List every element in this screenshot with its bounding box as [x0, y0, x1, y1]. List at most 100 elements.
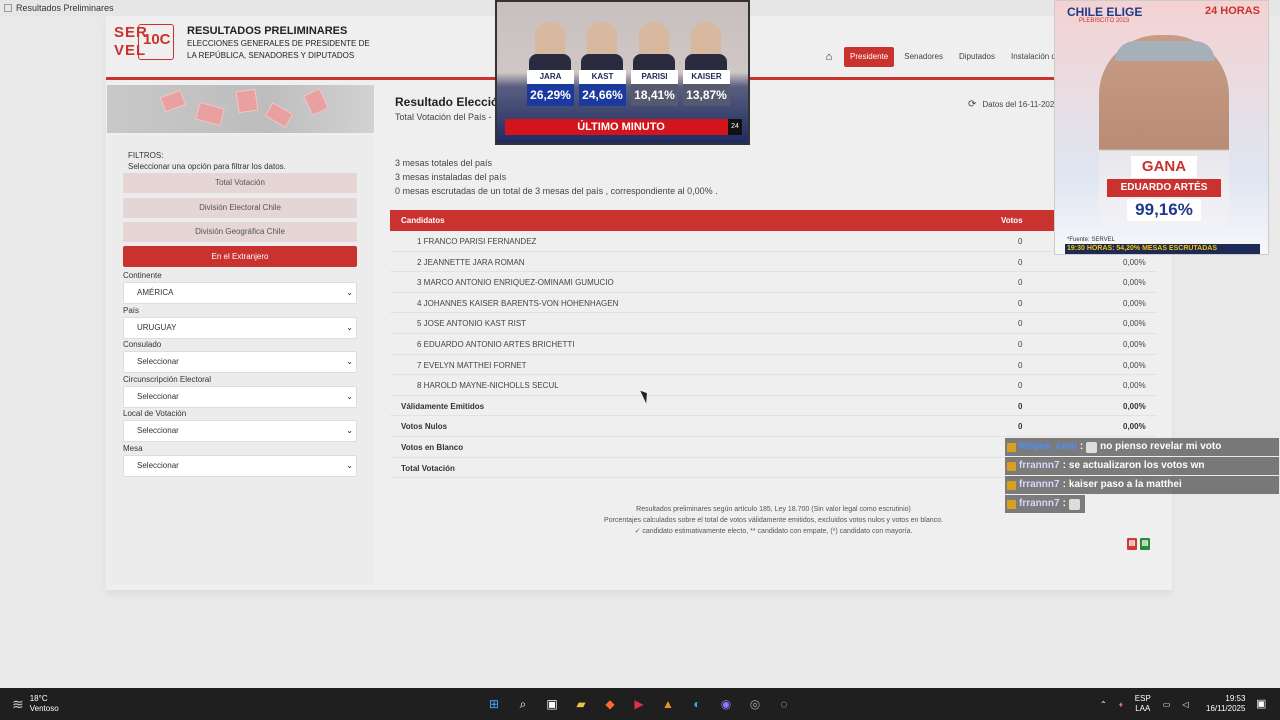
mesa-value: Seleccionar — [137, 461, 179, 470]
notifications-icon[interactable]: ▣ — [1256, 697, 1266, 710]
winner-overlay: CHILE ELIGE PLEBISCITO 2023 24 HORAS GAN… — [1054, 0, 1269, 255]
chat-text: kaiser paso a la matthei — [1068, 479, 1182, 490]
windows-start-icon[interactable]: ⊞ — [484, 694, 504, 714]
local-value: Seleccionar — [137, 426, 179, 435]
export-pdf-icon[interactable]: ▤ — [1127, 538, 1137, 550]
candidate-pct: 0,00% — [1123, 360, 1146, 370]
obs-icon[interactable]: ◌ — [774, 694, 794, 714]
note-line: ✓ candidato estimativamente electo, ** c… — [634, 528, 913, 535]
logo-badge: 10C — [138, 24, 174, 60]
taskbar-apps: ⊞ ⌕ ▣ ▰ ◆ ▶ ▲ ◐ ◉ ◎ ◌ — [484, 694, 794, 714]
search-icon[interactable]: ⌕ — [513, 694, 533, 714]
stream-chat: felipee_cmb: no pienso revelar mi voto fr… — [1005, 438, 1279, 514]
chat-user: frrannn7 — [1019, 498, 1060, 509]
chevron-down-icon: ⌄ — [346, 288, 353, 297]
candidate-pct: 0,00% — [1123, 257, 1146, 267]
candidate-card: KAST 24,66% — [579, 22, 626, 110]
media-player-icon[interactable]: ▶ — [629, 694, 649, 714]
weather-widget[interactable]: ≋ 18°C Ventoso — [12, 694, 59, 714]
nav-diputados[interactable]: Diputados — [953, 47, 1001, 67]
file-explorer-icon[interactable]: ▰ — [571, 694, 591, 714]
candidate-votes: 0 — [1018, 339, 1023, 349]
filter-total-votacion[interactable]: Total Votación — [123, 173, 357, 193]
clock-date: 16/11/2025 — [1206, 704, 1246, 713]
chat-text: se actualizaron los votos wn — [1068, 460, 1205, 471]
candidate-votes: 0 — [1018, 360, 1023, 370]
source-note: *Fuente: SERVEL — [1067, 237, 1115, 243]
note-line: Porcentajes calculados sobre el total de… — [604, 517, 943, 524]
mesa-select[interactable]: Seleccionar ⌄ — [123, 455, 357, 477]
nav-senadores[interactable]: Senadores — [898, 47, 949, 67]
candidate-name: 7 EVELYN MATTHEI FORNET — [417, 360, 527, 370]
news-stream-overlay: JARA 26,29% KAST 24,66% PARISI 18,41% KA… — [495, 0, 750, 145]
filters-help: Seleccionar una opción para filtrar los … — [128, 162, 286, 171]
user-badge-icon — [1007, 499, 1016, 509]
language-indicator[interactable]: ESP LAA — [1135, 694, 1151, 714]
header-subtitle: ELECCIONES GENERALES DE PRESIDENTE DE LA… — [187, 39, 370, 60]
local-select[interactable]: Seleccionar ⌄ — [123, 420, 357, 442]
edge-browser-icon[interactable]: ◐ — [687, 694, 707, 714]
chat-user: frrannn7 — [1019, 460, 1060, 471]
home-button[interactable]: ⌂ — [818, 47, 840, 67]
table-row: 6 EDUARDO ANTONIO ARTES BRICHETTI 0 0,00% — [390, 334, 1157, 355]
chat-message: frrannn7: se actualizaron los votos wn — [1005, 457, 1279, 475]
filter-division-geografica[interactable]: División Geográfica Chile — [123, 222, 357, 242]
wind-icon: ≋ — [12, 695, 24, 712]
chat-text: no pienso revelar mi voto — [1100, 441, 1222, 452]
chat-separator: : — [1079, 441, 1084, 452]
export-excel-icon[interactable]: ▤ — [1140, 538, 1150, 550]
servel-logo[interactable]: SER VEL 10C — [114, 22, 176, 64]
chat-user: felipee_cmb — [1019, 441, 1077, 452]
lang-primary: ESP — [1134, 694, 1151, 703]
candidate-name: 2 JEANNETTE JARA ROMAN — [417, 257, 525, 267]
taskbar: ≋ 18°C Ventoso ⊞ ⌕ ▣ ▰ ◆ ▶ ▲ ◐ ◉ ◎ ◌ ⌃ ♦ … — [0, 688, 1280, 720]
circunscripcion-select[interactable]: Seleccionar ⌄ — [123, 386, 357, 408]
filter-extranjero[interactable]: En el Extranjero — [123, 246, 357, 267]
data-date[interactable]: ⟳ Datos del 16-11-2025 — [968, 99, 1059, 110]
table-row: 8 HAROLD MAYNE-NICHOLLS SECUL 0 0,00% — [390, 375, 1157, 396]
network-icon[interactable]: ▭ — [1163, 700, 1171, 709]
task-view-icon[interactable]: ▣ — [542, 694, 562, 714]
table-row: 7 EVELYN MATTHEI FORNET 0 0,00% — [390, 355, 1157, 376]
totals-pct: 0,00% — [1123, 401, 1146, 411]
logo-badge-text: 10C — [143, 31, 171, 48]
chat-message: frrannn7: kaiser paso a la matthei — [1005, 476, 1279, 494]
results-subtitle: Total Votación del País - — [395, 112, 492, 122]
system-clock[interactable]: 19:53 16/11/2025 — [1206, 694, 1245, 714]
chat-message: felipee_cmb: no pienso revelar mi voto — [1005, 438, 1279, 456]
candidate-name: 6 EDUARDO ANTONIO ARTES BRICHETTI — [417, 339, 575, 349]
totals-name: Válidamente Emitidos — [401, 401, 485, 411]
app-a-icon[interactable]: ▲ — [658, 694, 678, 714]
window-title: Resultados Preliminares — [16, 3, 114, 13]
chevron-down-icon: ⌄ — [346, 357, 353, 366]
consulado-select[interactable]: Seleccionar ⌄ — [123, 351, 357, 373]
candidate-card-name: KAST — [579, 70, 626, 84]
continente-select[interactable]: AMÉRICA ⌄ — [123, 282, 357, 304]
system-tray: ⌃ ♦ ESP LAA ▭ ◁ — [1100, 694, 1189, 714]
candidate-photo — [691, 22, 721, 58]
volume-icon[interactable]: ◁ — [1182, 700, 1188, 709]
chevron-up-icon[interactable]: ⌃ — [1100, 700, 1107, 709]
totals-row: Válidamente Emitidos 0 0,00% — [390, 396, 1157, 417]
steam-icon[interactable]: ◎ — [745, 694, 765, 714]
totals-pct: 0,00% — [1123, 422, 1146, 432]
weather-temp: 18°C — [29, 694, 48, 703]
emote-icon — [1086, 441, 1098, 453]
filter-division-electoral[interactable]: División Electoral Chile — [123, 198, 357, 218]
candidate-card-name: PARISI — [631, 70, 678, 84]
pais-select[interactable]: URUGUAY ⌄ — [123, 317, 357, 339]
refresh-icon[interactable]: ⟳ — [968, 99, 976, 110]
stat-mesas-instaladas: 3 mesas instaladas del país — [395, 172, 507, 182]
filters-title: FILTROS: — [128, 151, 164, 160]
user-badge-icon — [1007, 442, 1016, 452]
brave-browser-icon[interactable]: ◆ — [600, 694, 620, 714]
discord-icon[interactable]: ◉ — [716, 694, 736, 714]
microphone-icon[interactable]: ♦ — [1119, 700, 1123, 709]
candidate-pct: 0,00% — [1123, 319, 1146, 329]
candidate-pct: 0,00% — [1123, 298, 1146, 308]
consulado-label: Consulado — [123, 340, 162, 349]
nav-presidente[interactable]: Presidente — [844, 47, 895, 67]
pais-value: URUGUAY — [137, 323, 177, 332]
candidate-name: 3 MARCO ANTONIO ENRIQUEZ-OMINAMI GUMUCIO — [417, 278, 614, 288]
candidate-card: KAISER 13,87% — [683, 22, 730, 110]
